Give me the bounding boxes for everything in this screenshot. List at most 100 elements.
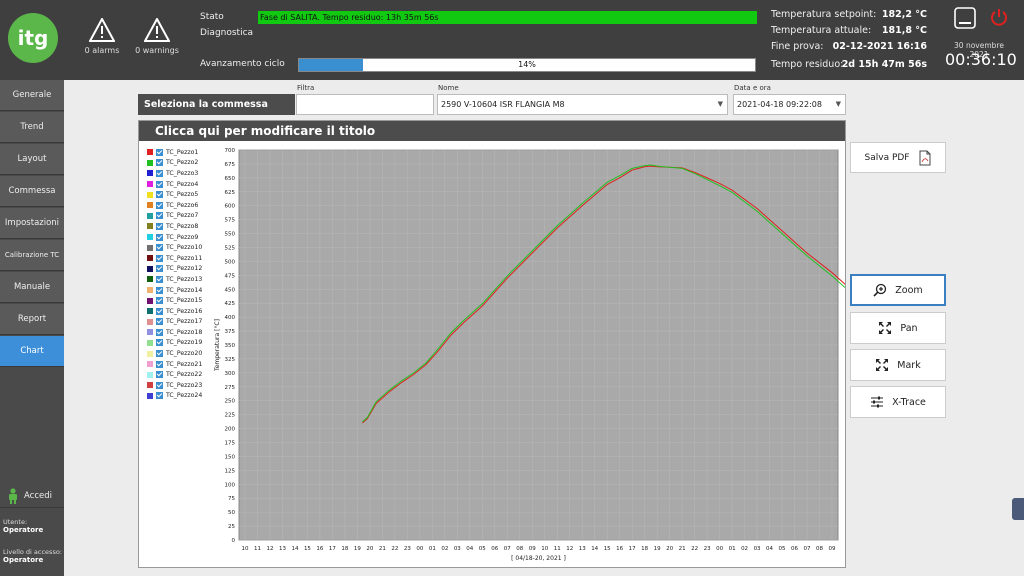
header: itg 0 alarms 0 warnings Stato Fase di SA… <box>0 0 1024 80</box>
zoom-label: Zoom <box>895 284 923 296</box>
diagnostica-label: Diagnostica <box>200 28 254 38</box>
x-tick-label: 21 <box>379 546 386 552</box>
side-panel-handle[interactable] <box>1012 498 1024 520</box>
y-tick-label: 375 <box>225 329 236 335</box>
tempo-residuo-value: 2d 15h 47m 56s <box>841 59 927 70</box>
user-info: Utente: Operatore <box>3 518 43 534</box>
y-tick-label: 250 <box>225 399 236 405</box>
y-axis-label: Temperatura [°C] <box>214 319 221 372</box>
x-tick-label: 15 <box>604 546 611 552</box>
x-tick-label: 00 <box>416 546 423 552</box>
chevron-down-icon: ▼ <box>835 100 841 108</box>
sidebar-item-chart[interactable]: Chart <box>0 336 64 367</box>
expand-arrows-icon <box>879 322 892 334</box>
sidebar-item-impostazioni[interactable]: Impostazioni <box>0 208 64 239</box>
x-tick-label: 14 <box>291 546 298 552</box>
minimize-icon[interactable] <box>954 7 976 29</box>
seleziona-commessa-label: Seleziona la commessa <box>138 94 295 115</box>
sidebar-item-layout[interactable]: Layout <box>0 144 64 175</box>
nome-select[interactable]: 2590 V-10604 ISR FLANGIA M8 ▼ <box>437 94 728 115</box>
mark-label: Mark <box>897 359 921 371</box>
x-tick-label: 16 <box>616 546 623 552</box>
x-tick-label: 03 <box>754 546 761 552</box>
data-ora-select[interactable]: 2021-04-18 09:22:08 ▼ <box>733 94 846 115</box>
mark-button[interactable]: Mark <box>850 349 946 381</box>
sidebar-item-commessa[interactable]: Commessa <box>0 176 64 207</box>
x-tick-label: 06 <box>491 546 498 552</box>
x-tick-label: 05 <box>479 546 486 552</box>
x-tick-label: 14 <box>591 546 598 552</box>
login-button[interactable]: Accedi <box>0 484 64 508</box>
x-tick-label: 10 <box>541 546 548 552</box>
itg-logo: itg <box>8 13 58 63</box>
access-level-info: Livello di accesso: Operatore <box>3 548 62 564</box>
y-tick-label: 325 <box>225 357 236 363</box>
utente-label: Utente: <box>3 518 28 526</box>
y-tick-label: 575 <box>225 218 236 224</box>
temp-setpoint-value: 182,2 °C <box>881 9 927 20</box>
x-tick-label: 17 <box>629 546 636 552</box>
y-tick-label: 300 <box>225 371 236 377</box>
sidebar-item-calibrazione-tc[interactable]: Calibrazione TC <box>0 240 64 271</box>
x-tick-label: 09 <box>829 546 836 552</box>
x-trace-label: X-Trace <box>892 396 926 408</box>
alarms-indicator[interactable]: 0 alarms <box>76 18 128 55</box>
y-tick-label: 150 <box>225 454 236 460</box>
temp-setpoint-label: Temperatura setpoint: <box>771 9 877 20</box>
temp-setpoint-row: Temperatura setpoint: 182,2 °C <box>771 9 927 25</box>
x-tick-label: 10 <box>242 546 249 552</box>
y-tick-label: 600 <box>225 204 236 210</box>
zoom-button[interactable]: Zoom <box>850 274 946 306</box>
fine-prova-label: Fine prova: <box>771 41 824 52</box>
pdf-file-icon <box>919 150 931 165</box>
user-icon <box>9 487 17 504</box>
x-tick-label: 22 <box>391 546 398 552</box>
zoom-in-icon <box>873 283 887 297</box>
login-label: Accedi <box>24 490 52 501</box>
y-tick-label: 100 <box>225 482 236 488</box>
nome-select-value: 2590 V-10604 ISR FLANGIA M8 <box>441 100 565 109</box>
x-tick-label: 20 <box>666 546 673 552</box>
utente-value: Operatore <box>3 526 44 534</box>
warnings-indicator[interactable]: 0 warnings <box>131 18 183 55</box>
y-tick-label: 0 <box>232 538 236 544</box>
sidebar-item-report[interactable]: Report <box>0 304 64 335</box>
chart-panel: Clicca qui per modificare il titolo TC_P… <box>138 120 846 568</box>
sidebar-item-generale[interactable]: Generale <box>0 80 64 111</box>
filtra-label: Filtra <box>297 84 315 92</box>
x-tick-label: 00 <box>716 546 723 552</box>
pan-label: Pan <box>900 322 918 334</box>
temp-attuale-label: Temperatura attuale: <box>771 25 872 36</box>
x-tick-label: 18 <box>641 546 648 552</box>
data-ora-select-value: 2021-04-18 09:22:08 <box>737 100 822 109</box>
power-icon[interactable] <box>990 8 1008 26</box>
pan-button[interactable]: Pan <box>850 312 946 344</box>
warning-icon <box>144 18 170 42</box>
fine-prova-row: Fine prova: 02-12-2021 16:16 <box>771 41 927 57</box>
filtra-input[interactable] <box>296 94 434 115</box>
save-pdf-label: Salva PDF <box>864 152 910 163</box>
sidebar-item-trend[interactable]: Trend <box>0 112 64 143</box>
x-tick-label: 11 <box>554 546 561 552</box>
x-tick-label: 07 <box>504 546 511 552</box>
sidebar: Generale Trend Layout Commessa Impostazi… <box>0 80 64 576</box>
x-trace-button[interactable]: X-Trace <box>850 386 946 418</box>
y-tick-label: 525 <box>225 246 236 252</box>
y-tick-label: 275 <box>225 385 236 391</box>
sidebar-item-manuale[interactable]: Manuale <box>0 272 64 303</box>
compress-arrows-icon <box>876 359 889 371</box>
y-tick-label: 700 <box>225 148 236 154</box>
y-tick-label: 350 <box>225 343 236 349</box>
x-tick-label: 04 <box>466 546 473 552</box>
livello-label: Livello di accesso: <box>3 548 62 556</box>
x-tick-label: 20 <box>366 546 373 552</box>
x-tick-label: 15 <box>304 546 311 552</box>
y-tick-label: 475 <box>225 273 236 279</box>
cycle-progress-text: 14% <box>518 60 536 69</box>
warnings-count: 0 warnings <box>135 46 179 55</box>
data-ora-label: Data e ora <box>734 84 771 92</box>
x-tick-label: 19 <box>354 546 361 552</box>
temperature-chart[interactable]: 0255075100125150175200225250275300325350… <box>139 121 845 567</box>
save-pdf-button[interactable]: Salva PDF <box>850 142 946 173</box>
x-tick-label: 07 <box>804 546 811 552</box>
